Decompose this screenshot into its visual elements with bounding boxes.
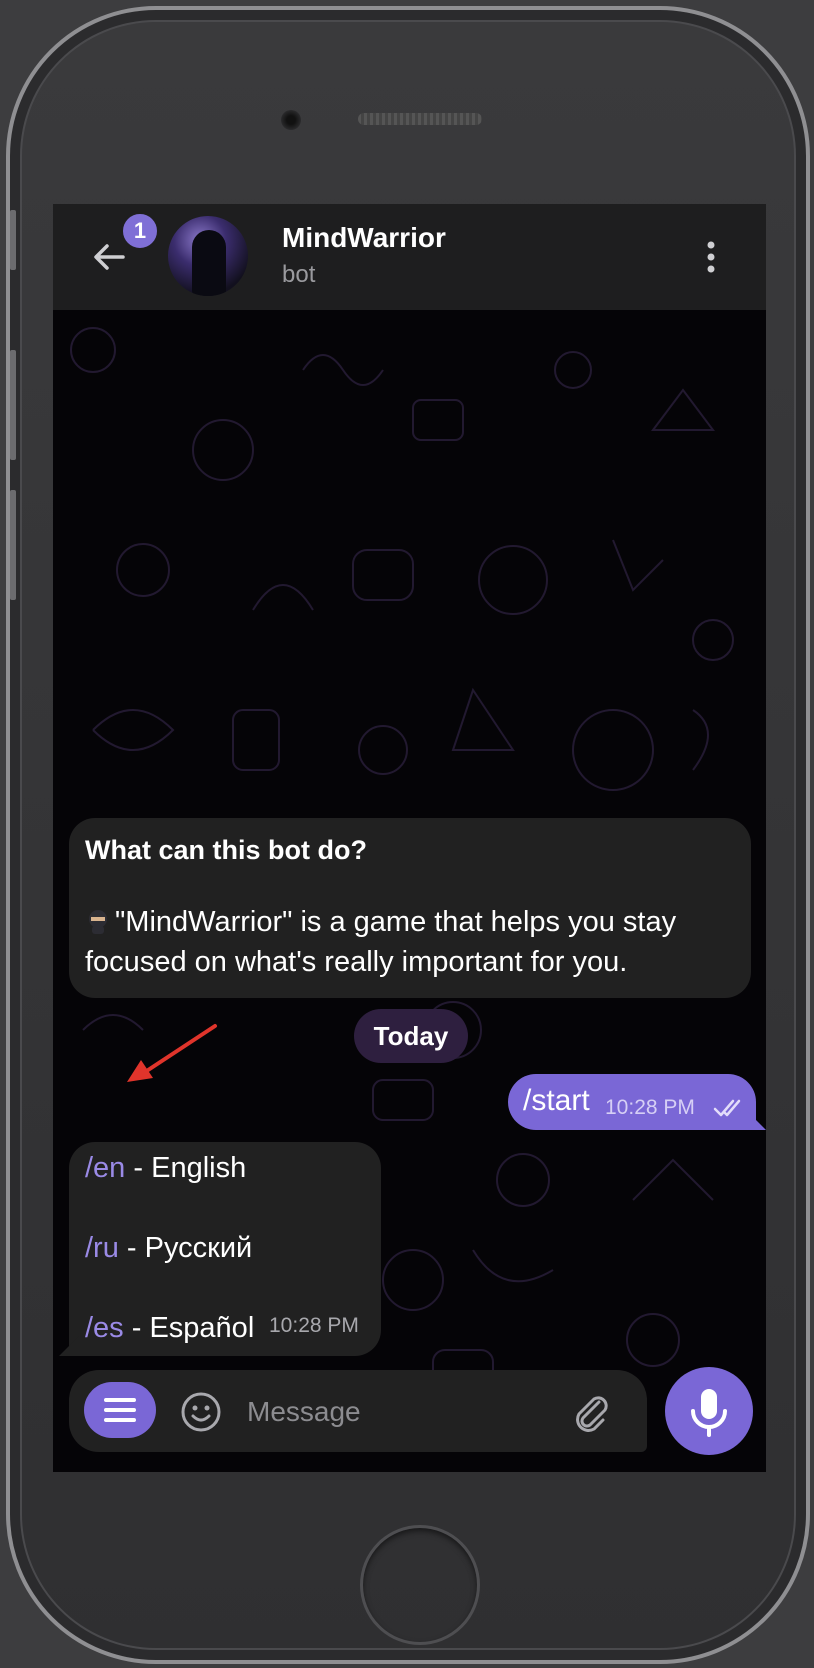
annotation-arrow-icon [127,1024,217,1082]
warrior-figure [192,230,226,296]
emoji-button[interactable] [179,1390,223,1434]
command-line-es: /es - Español [85,1312,254,1345]
more-options-button[interactable] [701,237,721,277]
unread-badge: 1 [121,212,159,250]
commands-message-time: 10:28 PM [269,1314,359,1337]
date-separator: Today [354,1009,468,1063]
smiley-icon [181,1392,221,1432]
command-link-en[interactable]: /en [85,1152,125,1184]
bot-description-text: "MindWarrior" is a game that helps you s… [85,902,735,982]
ninja-emoji-icon [89,910,107,934]
microphone-icon [691,1389,727,1437]
command-label-ru: - Русский [118,1232,253,1264]
voice-message-button[interactable] [665,1367,753,1455]
command-link-es[interactable]: /es [85,1312,124,1344]
home-button[interactable] [360,1525,480,1645]
bot-menu-button[interactable] [84,1382,156,1438]
chat-header: 1 MindWarrior bot [53,204,766,310]
language-commands-bubble: /en - English /ru - Русский /es - Españo… [59,1142,381,1356]
volume-up-button [10,350,16,460]
chat-subtitle: bot [282,261,316,288]
avatar[interactable] [168,216,248,296]
command-line-en: /en - English [85,1152,246,1185]
back-button[interactable] [89,237,129,277]
bot-description-title: What can this bot do? [85,835,367,865]
message-input[interactable] [247,1390,547,1434]
volume-down-button [10,490,16,600]
command-label-en: - English [125,1152,247,1184]
menu-icon [104,1398,136,1422]
bot-description-body: "MindWarrior" is a game that helps you s… [85,906,677,978]
earpiece-speaker [358,113,482,125]
mute-switch [10,210,16,270]
message-composer [69,1370,647,1452]
chat-title[interactable]: MindWarrior [282,222,446,254]
arrow-left-icon [94,244,125,270]
paperclip-icon [576,1396,608,1432]
command-label-es: - Español [123,1312,255,1344]
more-vertical-icon [707,241,715,273]
outgoing-message-time: 10:28 PM [605,1096,695,1119]
chat-screen: 1 MindWarrior bot What can this bot do? … [53,204,766,1472]
command-line-ru: /ru - Русский [85,1232,252,1265]
outgoing-message[interactable]: /start 10:28 PM [508,1074,766,1130]
command-link-ru[interactable]: /ru [85,1232,119,1264]
front-camera [281,110,301,130]
bot-description-bubble: What can this bot do? "MindWarrior" is a… [69,818,751,998]
double-check-icon [713,1099,741,1117]
attach-button[interactable] [569,1390,613,1434]
outgoing-message-text: /start [523,1084,590,1117]
